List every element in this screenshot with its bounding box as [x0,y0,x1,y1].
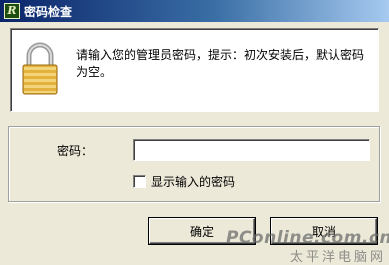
ok-button[interactable]: 确定 [149,218,255,244]
cancel-button[interactable]: 取消 [271,218,377,244]
message-panel: 请输入您的管理员密码，提示：初次安装后，默认密码为空。 [10,28,379,112]
message-text: 请输入您的管理员密码，提示：初次安装后，默认密码为空。 [76,48,365,79]
show-password-row[interactable]: 显示输入的密码 [133,173,235,190]
password-label: 密码： [57,144,94,158]
padlock-icon [22,42,58,95]
watermark-brand: 太平洋电脑网 [289,250,386,265]
ok-button-label: 确定 [189,224,214,239]
title-bar[interactable]: R 密码检查 [0,0,389,22]
password-input[interactable] [133,139,370,161]
window-title: 密码检查 [24,4,73,19]
show-password-checkbox[interactable] [133,175,146,188]
password-group [8,126,380,202]
show-password-label[interactable]: 显示输入的密码 [151,173,235,190]
cancel-button-label: 取消 [311,224,336,239]
app-icon: R [4,3,20,19]
